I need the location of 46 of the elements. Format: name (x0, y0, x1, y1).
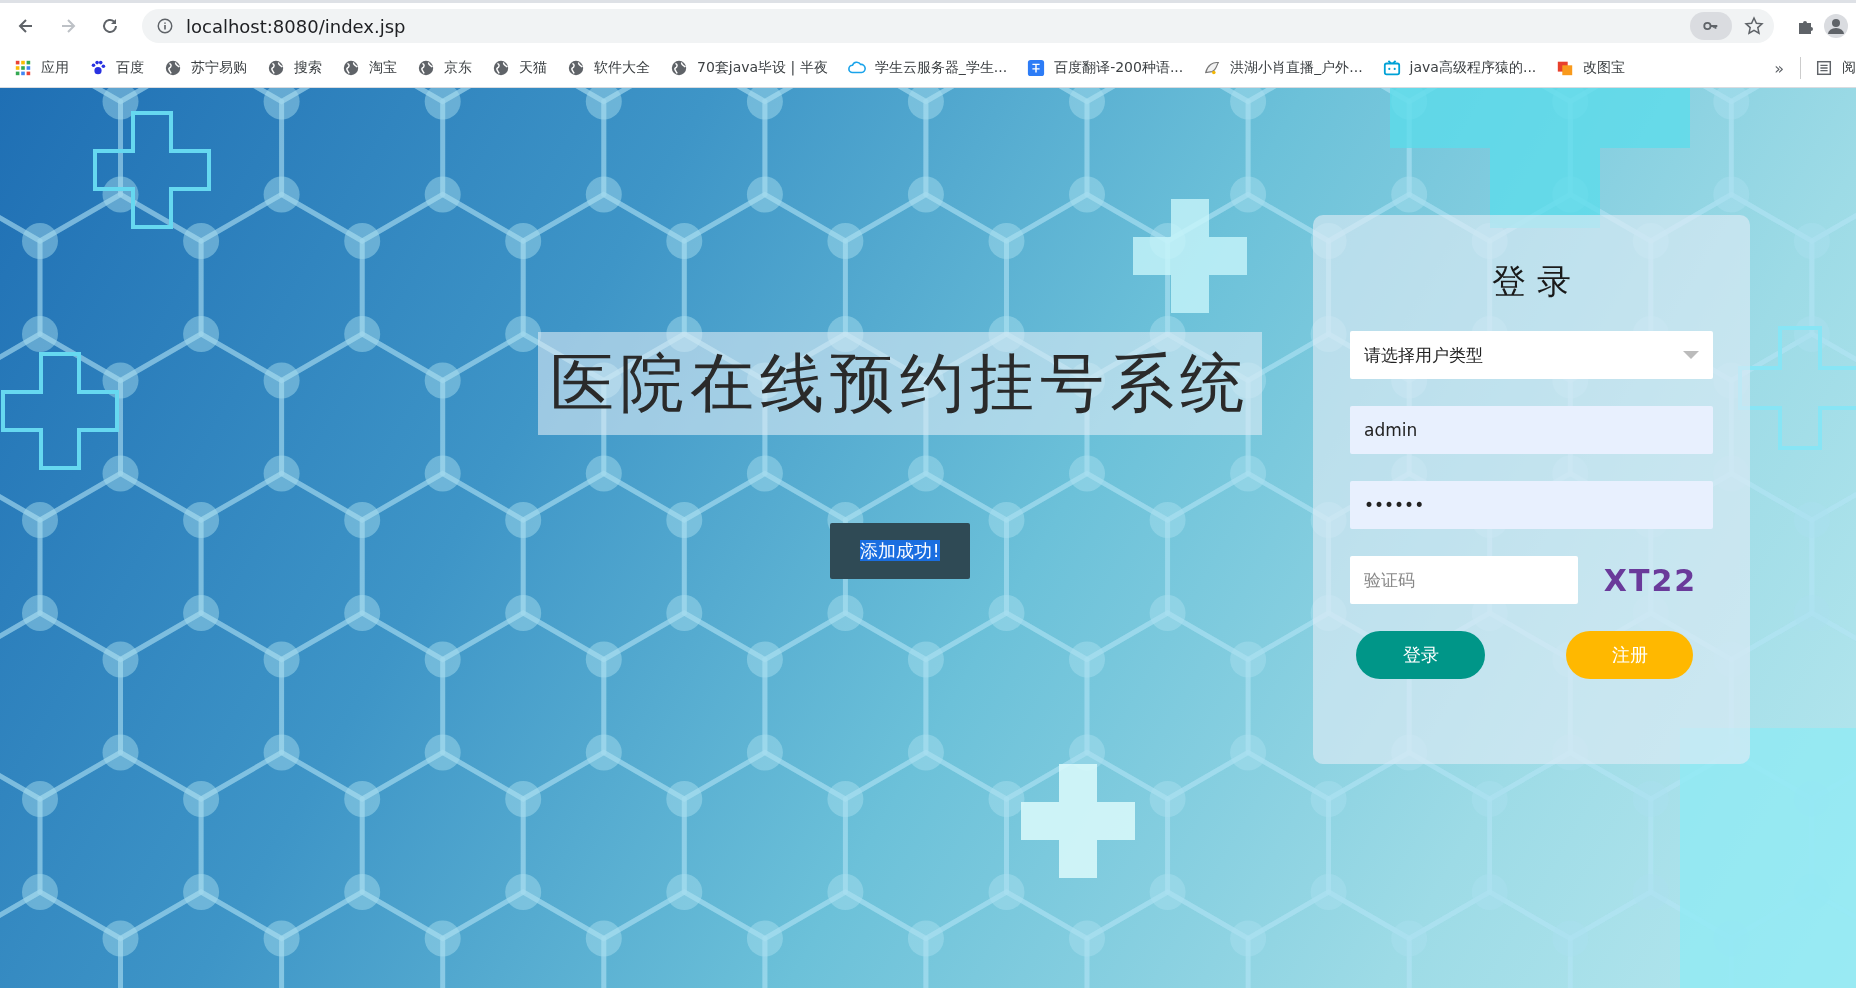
bird-icon (1203, 59, 1222, 77)
reading-list-button[interactable]: 阅 (1815, 59, 1856, 77)
globe-icon (164, 59, 182, 77)
caret-icon (1683, 351, 1699, 359)
profile-icon[interactable] (1824, 14, 1848, 38)
username-field[interactable]: admin (1350, 406, 1713, 454)
bookmark-item[interactable]: 70套java毕设 | 半夜 (670, 59, 828, 77)
more-bookmarks-button[interactable]: » (1774, 58, 1784, 78)
password-key-button[interactable] (1690, 12, 1732, 40)
paw-icon (89, 59, 107, 77)
globe-icon (342, 59, 360, 77)
tv-icon (1382, 59, 1401, 77)
apps-grid-icon (14, 59, 32, 77)
bookmark-item[interactable]: 学生云服务器_学生... (847, 59, 1008, 77)
bookmark-item[interactable]: 洪湖小肖直播_户外... (1203, 59, 1363, 77)
globe-icon (567, 59, 585, 77)
bookmark-item[interactable]: 改图宝 (1556, 59, 1626, 77)
address-bar[interactable]: localhost:8080/index.jsp (142, 9, 1774, 43)
list-icon (1815, 59, 1833, 77)
bookmark-item[interactable]: 天猫 (492, 59, 547, 77)
globe-icon (267, 59, 285, 77)
captcha-field[interactable]: 验证码 (1350, 556, 1578, 604)
toast-message: 添加成功! (830, 523, 970, 579)
captcha-image[interactable]: XT22 (1588, 556, 1713, 604)
login-title: 登 录 (1491, 260, 1572, 303)
bookmark-item[interactable]: 京东 (417, 59, 472, 77)
info-icon[interactable] (156, 17, 174, 35)
reload-icon[interactable] (100, 16, 120, 36)
page-title: 医院在线预约挂号系统 (538, 332, 1262, 435)
password-field[interactable]: •••••• (1350, 481, 1713, 529)
star-icon[interactable] (1744, 16, 1764, 36)
bookmark-item[interactable]: java高级程序猿的... (1382, 59, 1537, 77)
globe-icon (670, 59, 688, 77)
login-button[interactable]: 登录 (1356, 631, 1485, 679)
bookmark-item[interactable]: 百度翻译-200种语... (1027, 59, 1184, 77)
bookmark-item[interactable]: 淘宝 (342, 59, 397, 77)
bookmark-item[interactable]: 苏宁易购 (164, 59, 247, 77)
bookmark-item[interactable]: 搜索 (267, 59, 322, 77)
user-type-select[interactable]: 请选择用户类型 (1350, 331, 1713, 379)
bookmark-item[interactable]: 百度 (89, 59, 144, 77)
bookmark-item[interactable]: 应用 (14, 59, 69, 77)
squares-icon (1556, 59, 1575, 77)
globe-icon (492, 59, 510, 77)
translate-icon (1027, 59, 1046, 77)
bookmark-item[interactable]: 软件大全 (567, 59, 650, 77)
globe-icon (417, 59, 435, 77)
